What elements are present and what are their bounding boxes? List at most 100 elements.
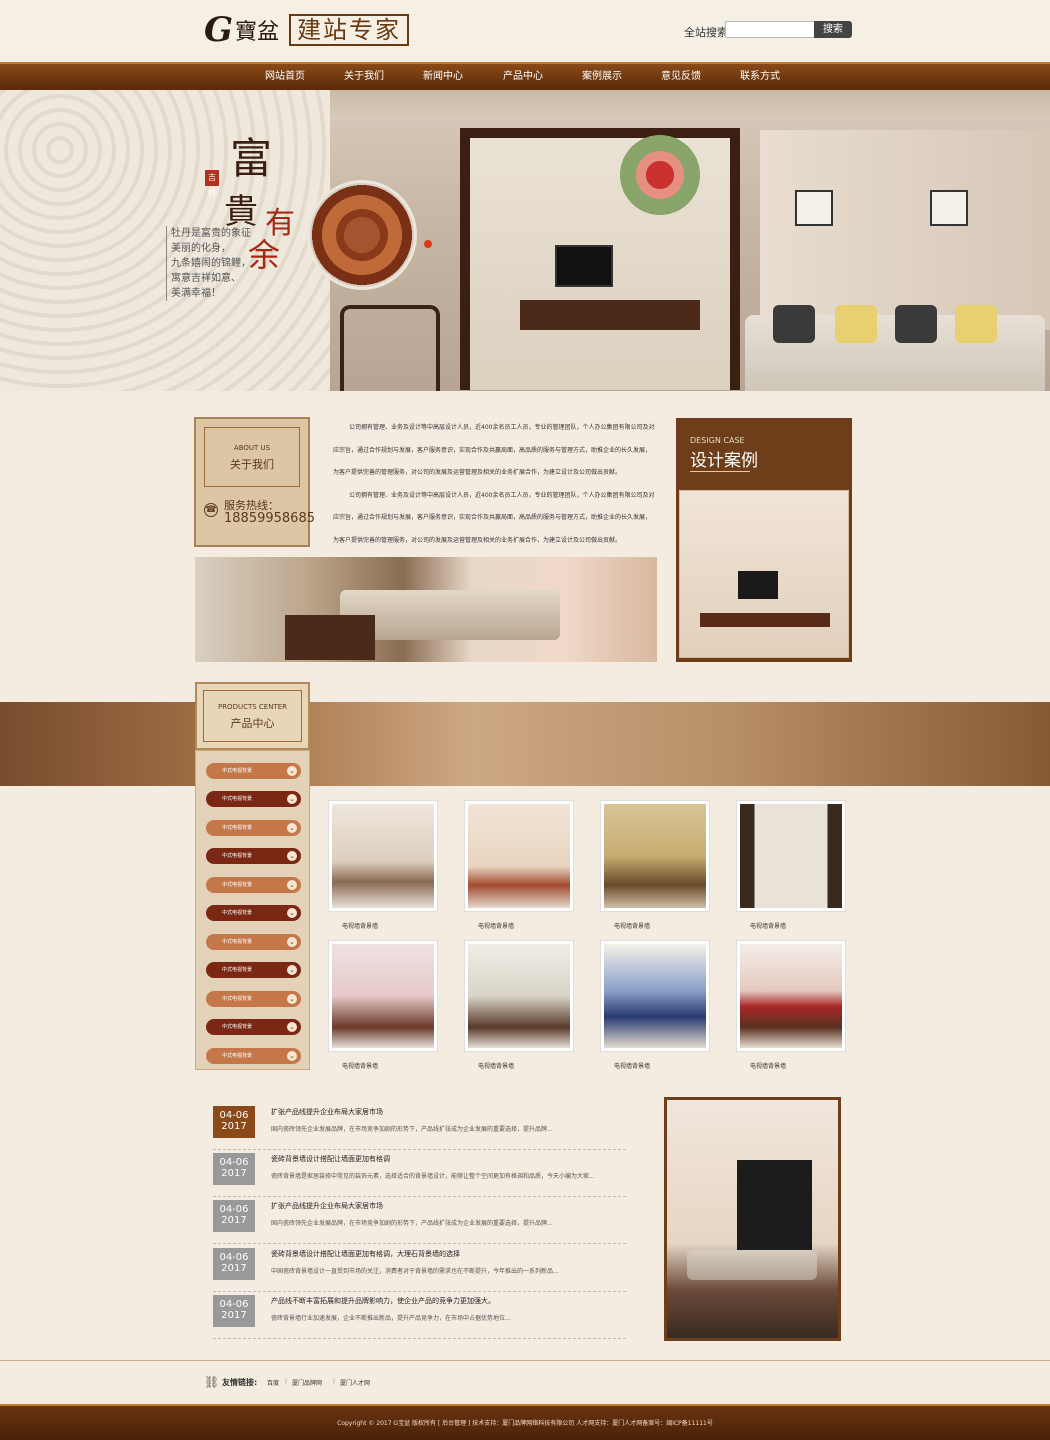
chevron-down-icon: ⌄ bbox=[287, 937, 297, 947]
news-date: 04-06 2017 bbox=[213, 1295, 255, 1327]
product-label[interactable]: 电视墙背景墙 bbox=[750, 1061, 786, 1070]
category-label: 中式电视背景 bbox=[222, 996, 253, 1002]
category-label: 中式电视背景 bbox=[222, 1053, 253, 1059]
news-item[interactable]: 04-06 2017 扩张产品线提升企业布局大家居市场 国内瓷砖领先企业发展品牌，… bbox=[213, 1200, 626, 1244]
product-card[interactable] bbox=[736, 940, 846, 1052]
category-item[interactable]: 中式电视背景 ⌄ bbox=[206, 763, 301, 779]
news-item[interactable]: 04-06 2017 扩张产品线提升企业布局大家居市场 国内瓷砖领先企业发展品牌，… bbox=[213, 1106, 626, 1150]
product-card[interactable] bbox=[736, 800, 846, 912]
nav-item-news[interactable]: 新闻中心 bbox=[403, 64, 483, 90]
product-label[interactable]: 电视墙背景墙 bbox=[614, 921, 650, 930]
product-image bbox=[468, 804, 570, 908]
logo-brand: 寶盆 bbox=[235, 20, 280, 45]
product-label[interactable]: 电视墙背景墙 bbox=[750, 921, 786, 930]
chevron-down-icon: ⌄ bbox=[287, 965, 297, 975]
about-text: 公司拥有管理、业务及设计等中高层设计人员，近400余名员工人员，专业的管理团队，… bbox=[333, 417, 656, 552]
category-item[interactable]: 中式电视背景 ⌄ bbox=[206, 877, 301, 893]
news-title[interactable]: 产品线不断丰富拓展和提升品牌影响力，使企业产品的竞争力更加强大。 bbox=[271, 1296, 495, 1306]
category-item[interactable]: 中式电视背景 ⌄ bbox=[206, 1019, 301, 1035]
product-label[interactable]: 电视墙背景墙 bbox=[342, 1061, 378, 1070]
link-separator: | bbox=[333, 1378, 336, 1385]
nav-item-about[interactable]: 关于我们 bbox=[324, 64, 404, 90]
search-input[interactable] bbox=[725, 21, 815, 38]
nav-item-feedback[interactable]: 意见反馈 bbox=[641, 64, 721, 90]
news-title[interactable]: 扩张产品线提升企业布局大家居市场 bbox=[271, 1201, 383, 1211]
link-separator: | bbox=[285, 1378, 288, 1385]
red-seal: 吉祥 bbox=[205, 170, 219, 198]
pillow bbox=[955, 305, 997, 343]
news-date-year: 2017 bbox=[221, 1168, 247, 1179]
chevron-down-icon: ⌄ bbox=[287, 851, 297, 861]
logo-slogan: 建站专家 bbox=[289, 14, 410, 46]
product-card[interactable] bbox=[600, 800, 710, 912]
chevron-down-icon: ⌄ bbox=[287, 908, 297, 918]
product-card[interactable] bbox=[328, 800, 438, 912]
category-label: 中式电视背景 bbox=[222, 796, 253, 802]
friend-link[interactable]: 百度 bbox=[267, 1378, 279, 1387]
news-date-md: 04-06 bbox=[219, 1252, 249, 1263]
news-desc: 瓷砖背景墙行业加速发展，企业不断推出新品，提升产品竞争力，在市场中占据优势地位.… bbox=[271, 1315, 511, 1322]
category-item[interactable]: 中式电视背景 ⌄ bbox=[206, 1048, 301, 1064]
about-us-tag[interactable]: ABOUT US 关于我们 ☎ 服务热线： 18859958685 bbox=[194, 417, 315, 547]
wall-art-panel bbox=[737, 1160, 812, 1250]
products-tag-cn: 产品中心 bbox=[230, 717, 275, 730]
product-label[interactable]: 电视墙背景墙 bbox=[478, 921, 514, 930]
product-image bbox=[332, 944, 434, 1048]
news-feature-photo[interactable] bbox=[664, 1097, 841, 1341]
product-image bbox=[604, 804, 706, 908]
divider bbox=[690, 471, 750, 472]
nav-item-cases[interactable]: 案例展示 bbox=[562, 64, 642, 90]
category-item[interactable]: 中式电视背景 ⌄ bbox=[206, 820, 301, 836]
category-item[interactable]: 中式电视背景 ⌄ bbox=[206, 934, 301, 950]
pillow bbox=[895, 305, 937, 343]
about-paragraph: 公司拥有管理、业务及设计等中高层设计人员，近400余名员工人员，专业的管理团队，… bbox=[333, 491, 655, 544]
product-card[interactable] bbox=[464, 800, 574, 912]
hero-banner[interactable]: 富 貴 有 余 吉祥 牡丹是富贵的象征 美丽的化身， 九条嬉闹的锦鲤， 寓意吉祥… bbox=[0, 90, 1050, 391]
site-logo[interactable]: G 寶盆 建站专家 bbox=[204, 12, 410, 48]
category-item[interactable]: 中式电视背景 ⌄ bbox=[206, 962, 301, 978]
category-item[interactable]: 中式电视背景 ⌄ bbox=[206, 791, 301, 807]
category-item[interactable]: 中式电视背景 ⌄ bbox=[206, 848, 301, 864]
news-item[interactable]: 04-06 2017 瓷砖背景墙设计搭配让墙面更加有格调，大理石背景墙的选择 中国… bbox=[213, 1248, 626, 1292]
nav-item-home[interactable]: 网站首页 bbox=[245, 64, 325, 90]
nav-item-products[interactable]: 产品中心 bbox=[483, 64, 563, 90]
tv-cabinet bbox=[700, 613, 830, 627]
news-item[interactable]: 04-06 2017 瓷砖背景墙设计搭配让墙面更加有格调 瓷砖背景墙是家居装修中常… bbox=[213, 1153, 626, 1197]
design-case-photo[interactable] bbox=[679, 490, 849, 658]
nav-item-contact[interactable]: 联系方式 bbox=[720, 64, 800, 90]
feature-room-image bbox=[667, 1100, 838, 1338]
news-date: 04-06 2017 bbox=[213, 1248, 255, 1280]
category-item[interactable]: 中式电视背景 ⌄ bbox=[206, 991, 301, 1007]
product-label[interactable]: 电视墙背景墙 bbox=[342, 921, 378, 930]
friend-link[interactable]: 厦门品牌网 bbox=[292, 1378, 322, 1387]
news-title[interactable]: 瓷砖背景墙设计搭配让墙面更加有格调，大理石背景墙的选择 bbox=[271, 1249, 460, 1259]
news-title[interactable]: 瓷砖背景墙设计搭配让墙面更加有格调 bbox=[271, 1154, 390, 1164]
category-label: 中式电视背景 bbox=[222, 882, 253, 888]
product-label[interactable]: 电视墙背景墙 bbox=[478, 1061, 514, 1070]
product-card[interactable] bbox=[328, 940, 438, 1052]
verse-line: 寓意吉祥如意、 bbox=[171, 273, 241, 284]
design-case-box[interactable]: DESIGN CASE 设计案例 bbox=[676, 418, 852, 662]
pillow bbox=[773, 305, 815, 343]
sofa bbox=[745, 305, 1045, 391]
category-item[interactable]: 中式电视背景 ⌄ bbox=[206, 905, 301, 921]
product-card[interactable] bbox=[600, 940, 710, 1052]
about-table bbox=[285, 615, 375, 660]
news-date-year: 2017 bbox=[221, 1310, 247, 1321]
news-item[interactable]: 04-06 2017 产品线不断丰富拓展和提升品牌影响力，使企业产品的竞争力更加强… bbox=[213, 1295, 626, 1339]
news-title[interactable]: 扩张产品线提升企业布局大家居市场 bbox=[271, 1107, 383, 1117]
hallway-wall bbox=[760, 130, 1050, 330]
product-label[interactable]: 电视墙背景墙 bbox=[614, 1061, 650, 1070]
search-button[interactable]: 搜索 bbox=[814, 21, 852, 38]
news-desc: 国内瓷砖领先企业发展品牌，在市场竞争加剧的形势下，产品线扩张成为企业发展的重要选… bbox=[271, 1126, 553, 1133]
friend-link[interactable]: 厦门人才网 bbox=[340, 1378, 370, 1387]
product-card[interactable] bbox=[464, 940, 574, 1052]
products-tag[interactable]: PRODUCTS CENTER 产品中心 bbox=[195, 682, 310, 750]
copyright-text: Copyright © 2017 G宝盆 版权所有 [ 后台管理 ] 技术支持：… bbox=[337, 1420, 713, 1427]
product-image bbox=[332, 804, 434, 908]
design-case-en: DESIGN CASE bbox=[690, 436, 745, 445]
about-tag-frame: ABOUT US 关于我们 bbox=[204, 427, 300, 487]
sofa bbox=[687, 1250, 817, 1280]
about-paragraph: 公司拥有管理、业务及设计等中高层设计人员，近400余名员工人员，专业的管理团队，… bbox=[333, 424, 655, 476]
armchair bbox=[340, 305, 440, 391]
